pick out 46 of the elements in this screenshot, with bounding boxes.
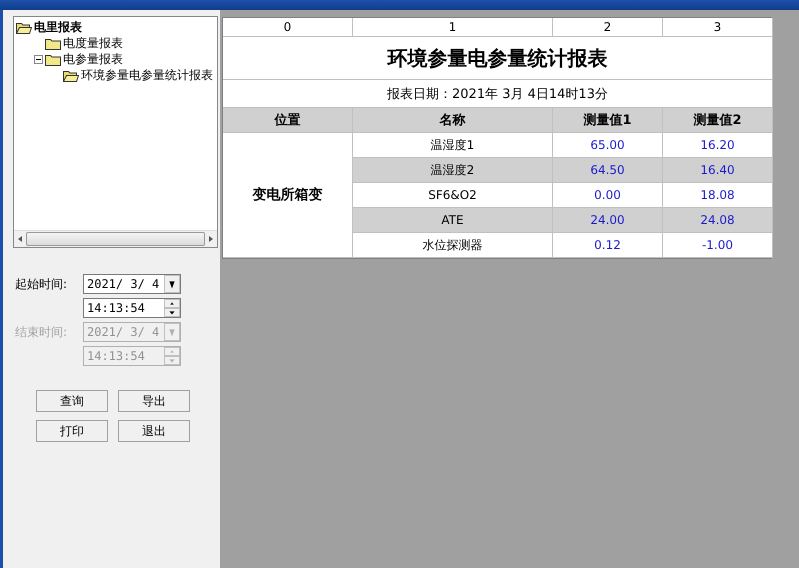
action-button[interactable]: 退出 (118, 420, 190, 442)
report-date: 报表日期：2021年 3月 4日14时13分 (223, 80, 773, 108)
time-field[interactable]: 14:13:54 (83, 298, 181, 318)
tree-item[interactable]: 电里报表 (32, 18, 82, 36)
table-cell: 24.08 (663, 208, 773, 233)
table-cell: 64.50 (553, 158, 663, 183)
table-cell: SF6&O2 (353, 183, 553, 208)
horizontal-scrollbar[interactable] (14, 230, 217, 247)
action-button[interactable]: 查询 (36, 390, 108, 412)
column-header: 测量值2 (663, 108, 773, 133)
action-button[interactable]: 导出 (118, 390, 190, 412)
column-header: 名称 (353, 108, 553, 133)
column-header: 测量值1 (553, 108, 663, 133)
date-picker[interactable]: 2021/ 3/ 4 (83, 274, 181, 294)
scroll-right-icon[interactable] (207, 235, 215, 243)
column-number: 2 (553, 18, 663, 37)
spin-up-icon[interactable] (164, 299, 180, 308)
table-cell: 0.00 (553, 183, 663, 208)
table-cell: 65.00 (553, 133, 663, 158)
scroll-thumb[interactable] (26, 232, 205, 246)
action-button[interactable]: 打印 (36, 420, 108, 442)
column-number: 1 (353, 18, 553, 37)
column-number: 0 (223, 18, 353, 37)
collapse-icon[interactable] (34, 54, 43, 64)
table-cell: 0.12 (553, 233, 663, 258)
table-cell: 16.20 (663, 133, 773, 158)
table-cell: -1.00 (663, 233, 773, 258)
time-label: 结束时间: (15, 324, 68, 340)
table-cell: 温湿度1 (353, 133, 553, 158)
scroll-left-icon[interactable] (16, 235, 24, 243)
tree-item[interactable]: 电参量报表 (61, 50, 123, 68)
dropdown-icon[interactable] (164, 275, 180, 293)
time-label: 起始时间: (15, 276, 68, 292)
report-title: 环境参量电参量统计报表 (223, 37, 773, 80)
table-cell: 水位探测器 (353, 233, 553, 258)
table-cell: 18.08 (663, 183, 773, 208)
column-number: 3 (663, 18, 773, 37)
location-cell: 变电所箱变 (223, 133, 353, 258)
table-cell: 16.40 (663, 158, 773, 183)
spin-down-icon[interactable] (164, 308, 180, 317)
table-cell: ATE (353, 208, 553, 233)
table-cell: 温湿度2 (353, 158, 553, 183)
column-header: 位置 (223, 108, 353, 133)
tree-item[interactable]: 环境参量电参量统计报表 (79, 66, 213, 84)
table-cell: 24.00 (553, 208, 663, 233)
tree-item[interactable]: 电度量报表 (61, 34, 123, 52)
